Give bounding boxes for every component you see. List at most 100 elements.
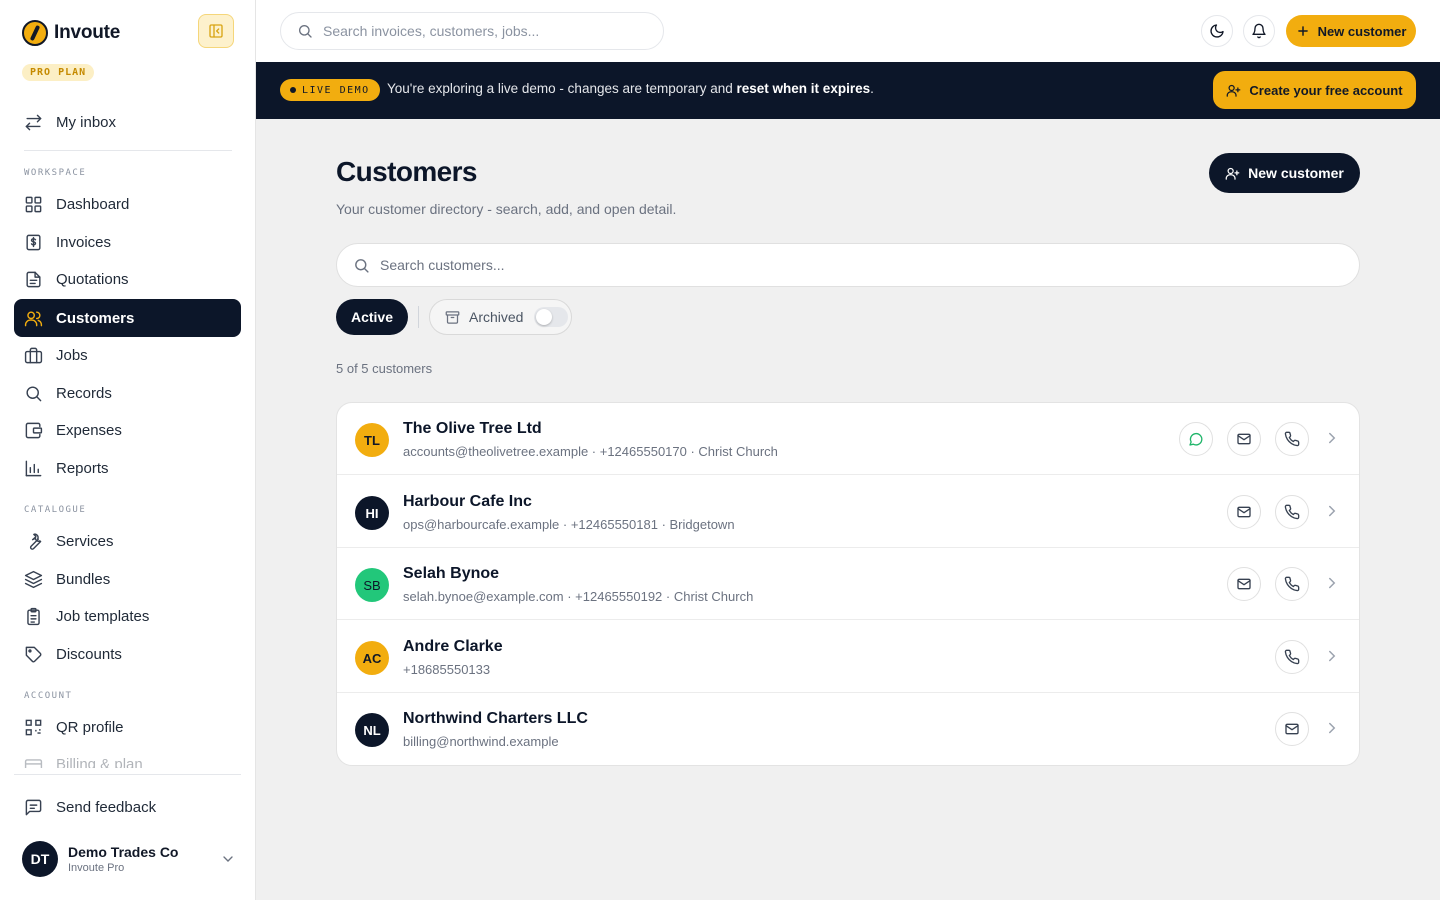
tab-archived[interactable]: Archived: [429, 299, 572, 335]
notifications-button[interactable]: [1243, 15, 1275, 47]
user-plan: Invoute Pro: [68, 862, 125, 874]
mail-icon: [1237, 433, 1251, 445]
customer-name: Northwind Charters LLC: [403, 710, 588, 727]
page-title: Customers: [336, 156, 477, 187]
phone-icon: [1284, 576, 1300, 592]
wallet-icon: [25, 422, 43, 438]
dollar-document-icon: [26, 234, 41, 250]
sidebar-item-services[interactable]: Services: [14, 522, 241, 560]
collapse-sidebar-button[interactable]: [198, 14, 234, 48]
table-row[interactable]: NL Northwind Charters LLC billing@northw…: [337, 693, 1359, 765]
table-row[interactable]: TL The Olive Tree Ltd accounts@theolivet…: [337, 403, 1359, 475]
sidebar-item-job-templates[interactable]: Job templates: [14, 597, 241, 635]
sidebar-item-customers[interactable]: Customers: [14, 299, 241, 337]
chevron-right-icon[interactable]: [1323, 647, 1341, 665]
mail-icon: [1237, 578, 1251, 590]
users-icon: [24, 310, 43, 326]
banner-text-bold: reset when it expires: [736, 81, 871, 96]
sidebar-item-expenses[interactable]: Expenses: [14, 411, 241, 449]
tab-active[interactable]: Active: [336, 299, 408, 335]
sidebar-item-label: Expenses: [56, 421, 122, 439]
search-icon: [299, 25, 312, 38]
qr-code-icon: [25, 719, 42, 735]
email-button[interactable]: [1227, 495, 1261, 529]
chevron-right-icon[interactable]: [1323, 502, 1341, 520]
sidebar-item-reports[interactable]: Reports: [14, 449, 241, 487]
theme-toggle-button[interactable]: [1201, 15, 1233, 47]
section-label-catalogue: CATALOGUE: [24, 505, 87, 515]
sidebar-item-discounts[interactable]: Discounts: [14, 635, 241, 673]
plan-badge: PRO PLAN: [22, 64, 95, 81]
brand-logo[interactable]: Invoute: [22, 20, 120, 46]
global-search[interactable]: [280, 12, 664, 50]
button-label: New customer: [1317, 23, 1407, 39]
user-name: Demo Trades Co: [68, 844, 179, 860]
email-button[interactable]: [1275, 712, 1309, 746]
brand-name: Invoute: [54, 22, 121, 43]
sidebar-item-qr-profile[interactable]: QR profile: [14, 708, 241, 746]
customer-name: Harbour Cafe Inc: [403, 493, 532, 510]
demo-banner: LIVE DEMO You're exploring a live demo -…: [256, 62, 1440, 119]
sidebar-item-bundles[interactable]: Bundles: [14, 560, 241, 598]
button-label: New customer: [1248, 165, 1344, 181]
tab-divider: [418, 306, 419, 328]
table-row[interactable]: HI Harbour Cafe Inc ops@harbourcafe.exam…: [337, 476, 1359, 548]
sidebar-item-invoices[interactable]: Invoices: [14, 223, 241, 261]
page-subtitle: Your customer directory - search, add, a…: [336, 201, 677, 217]
chevron-right-icon[interactable]: [1323, 719, 1341, 737]
banner-text-post: .: [870, 81, 874, 96]
new-customer-button[interactable]: New customer: [1209, 153, 1360, 193]
call-button[interactable]: [1275, 567, 1309, 601]
sidebar-item-label: Services: [56, 532, 114, 550]
sidebar-item-label: Customers: [56, 309, 135, 327]
bar-chart-icon: [25, 460, 42, 476]
grid-icon: [25, 196, 42, 212]
email-button[interactable]: [1227, 567, 1261, 601]
wrench-icon: [29, 533, 42, 550]
chevron-right-icon[interactable]: [1323, 429, 1341, 447]
live-demo-badge: LIVE DEMO: [280, 79, 380, 101]
button-label: Create your free account: [1249, 82, 1403, 98]
topbar: New customer: [256, 0, 1440, 62]
banner-text-pre: You're exploring a live demo - changes a…: [387, 81, 737, 96]
clipboard-list-icon: [27, 607, 40, 625]
user-menu[interactable]: DT Demo Trades Co Invoute Pro: [22, 840, 236, 878]
call-button[interactable]: [1275, 422, 1309, 456]
call-button[interactable]: [1275, 495, 1309, 529]
phone-icon: [1284, 504, 1300, 520]
customer-name: The Olive Tree Ltd: [403, 420, 542, 437]
tag-icon: [25, 646, 42, 662]
topbar-new-customer-button[interactable]: New customer: [1286, 15, 1416, 47]
archived-toggle[interactable]: [534, 307, 569, 327]
create-account-button[interactable]: Create your free account: [1213, 71, 1416, 109]
customer-search-input[interactable]: [380, 257, 1340, 273]
table-row[interactable]: AC Andre Clarke +18685550133: [337, 621, 1359, 693]
customer-meta: billing@northwind.example: [403, 734, 559, 749]
sidebar-item-records[interactable]: Records: [14, 374, 241, 412]
email-button[interactable]: [1227, 422, 1261, 456]
sidebar-item-label: Billing & plan: [56, 756, 143, 768]
send-feedback-button[interactable]: Send feedback: [14, 788, 241, 826]
customer-count: 5 of 5 customers: [336, 361, 433, 376]
customer-search[interactable]: [336, 243, 1360, 287]
chevron-down-icon: [223, 856, 233, 862]
customer-meta: +18685550133: [403, 662, 491, 677]
chat-icon: [1189, 432, 1203, 446]
sidebar-item-dashboard[interactable]: Dashboard: [14, 185, 241, 223]
customer-meta: accounts@theolivetree.example · +1246555…: [403, 444, 778, 459]
section-label-account: ACCOUNT: [24, 691, 73, 701]
sidebar-item-billing[interactable]: Billing & plan: [14, 746, 241, 768]
avatar: HI: [355, 496, 389, 530]
sidebar-item-inbox[interactable]: My inbox: [14, 103, 241, 141]
call-button[interactable]: [1275, 640, 1309, 674]
sidebar-item-label: Records: [56, 384, 112, 402]
sidebar-item-jobs[interactable]: Jobs: [14, 336, 241, 374]
sidebar-item-quotations[interactable]: Quotations: [14, 260, 241, 298]
badge-label: LIVE DEMO: [302, 84, 370, 96]
global-search-input[interactable]: [323, 23, 643, 39]
whatsapp-button[interactable]: [1179, 422, 1213, 456]
table-row[interactable]: SB Selah Bynoe selah.bynoe@example.com ·…: [337, 548, 1359, 620]
chevron-right-icon[interactable]: [1323, 574, 1341, 592]
moon-icon: [1210, 24, 1224, 38]
sidebar-item-label: Bundles: [56, 570, 111, 588]
